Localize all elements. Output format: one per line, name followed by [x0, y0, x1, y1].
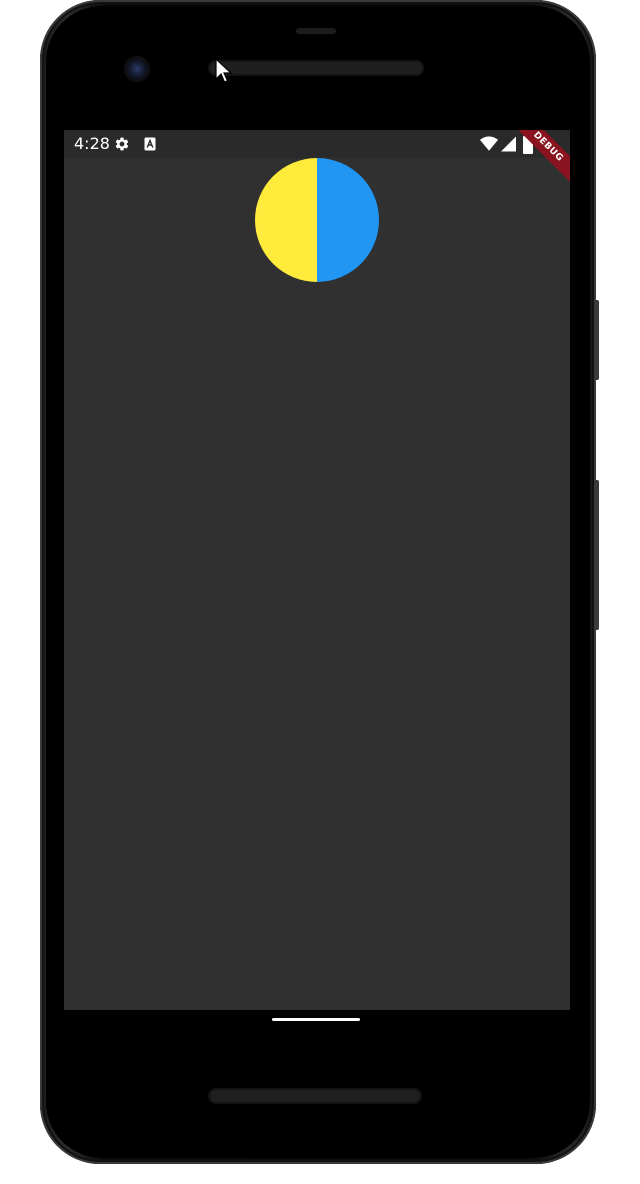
front-camera-icon: [126, 58, 148, 80]
device-frame-stage: 4:28 DEBUG: [0, 0, 640, 1184]
navigation-bar: [64, 1010, 570, 1034]
pie-segment-yellow: [255, 158, 317, 282]
sim-a-icon: [144, 137, 156, 151]
top-sensor-slit: [296, 28, 336, 34]
gear-icon: [115, 137, 129, 151]
home-gesture-handle[interactable]: [272, 1018, 360, 1021]
power-button: [594, 300, 599, 380]
volume-button: [594, 480, 599, 630]
status-time: 4:28: [74, 134, 110, 153]
mouse-cursor-icon: [215, 58, 233, 83]
pie-chart-widget: [255, 158, 379, 282]
app-screen: 4:28 DEBUG: [64, 130, 570, 1010]
bottom-speaker: [210, 1090, 420, 1102]
wifi-icon: [480, 136, 498, 151]
status-bar: 4:28: [64, 130, 570, 158]
cellular-signal-icon: [501, 136, 516, 152]
pie-segment-blue: [317, 158, 379, 282]
earpiece-speaker: [210, 62, 422, 74]
